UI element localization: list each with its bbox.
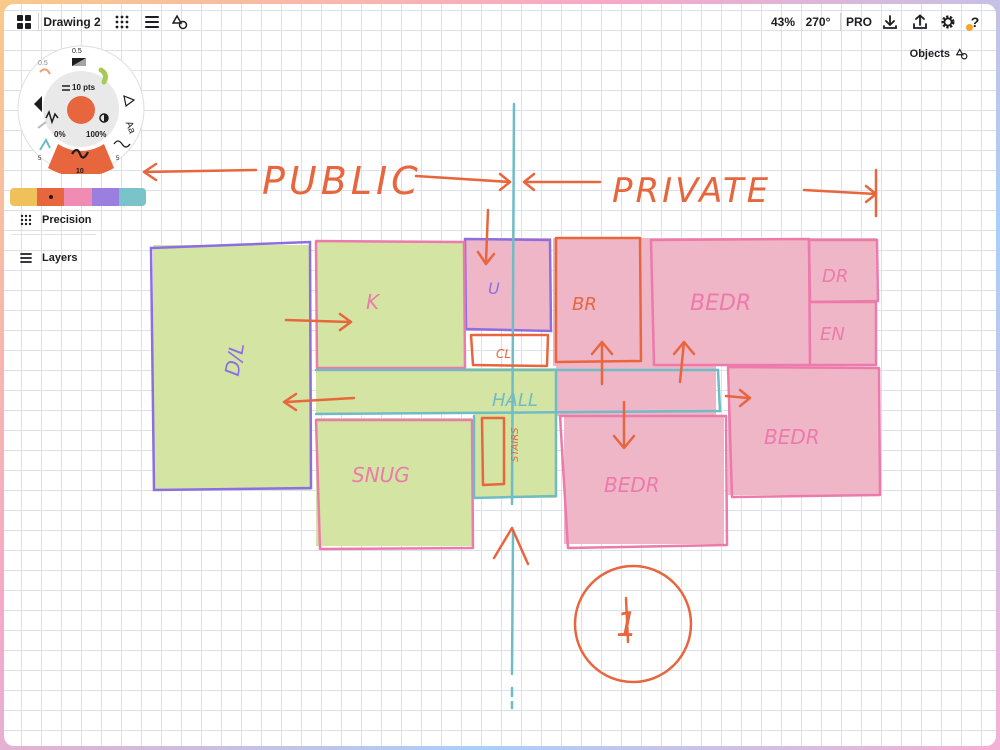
color-swatch-yellow[interactable] (10, 188, 38, 206)
label-floor-number: 1 (616, 605, 638, 645)
label-bedroom-top: BEDR (690, 291, 751, 316)
color-swatch-teal[interactable] (118, 188, 146, 206)
label-private: PRIVATE (612, 171, 771, 211)
help-button[interactable]: ? (962, 10, 988, 34)
objects-button[interactable]: Objects (910, 48, 968, 60)
stroke-size-value[interactable]: 10 pts (72, 83, 95, 92)
label-public: PUBLIC (262, 159, 422, 203)
small-nib-label-b: 5 (116, 156, 120, 162)
share-upload-icon[interactable] (908, 10, 932, 34)
precision-button[interactable]: Precision (20, 214, 92, 226)
document-title[interactable]: Drawing 2 (42, 10, 102, 34)
drawing-canvas[interactable]: PUBLIC PRIVATE D/L K U CL BR BEDR DR EN … (4, 4, 996, 746)
top-nib-value: 0.5 (72, 48, 82, 55)
label-bedroom-small: BR (572, 294, 597, 315)
label-dressing: DR (822, 266, 848, 287)
pro-badge[interactable]: PRO (846, 10, 872, 34)
layers-label: Layers (42, 252, 78, 264)
opacity-min-value: 0% (54, 130, 66, 139)
shapes-icon[interactable] (168, 10, 192, 34)
label-stairs: STAIRS (510, 427, 521, 462)
gallery-grid-icon[interactable] (12, 10, 36, 34)
notification-dot (966, 24, 973, 31)
color-palette (10, 188, 146, 206)
top-toolbar: Drawing 2 43% 270° PRO ? (4, 4, 996, 40)
layers-button[interactable]: Layers (20, 252, 77, 264)
label-bedroom-right: BEDR (764, 425, 820, 449)
small-nib-label-a: 5 (38, 156, 42, 162)
floorplan-sketch: PUBLIC PRIVATE D/L K U CL BR BEDR DR EN … (142, 102, 882, 710)
label-cloak: CL (496, 347, 511, 361)
gear-icon[interactable] (936, 10, 960, 34)
label-snug: SNUG (352, 463, 410, 487)
label-bedroom-mid: BEDR (604, 473, 660, 497)
left-nib-value: 0.5 (38, 60, 48, 67)
precision-dots-icon (20, 214, 32, 226)
label-ensuite: EN (820, 324, 845, 345)
objects-label: Objects (909, 48, 950, 60)
selected-dot (48, 195, 53, 199)
opacity-max-value: 100% (86, 130, 107, 139)
layers-lines-icon[interactable] (140, 10, 164, 34)
zoom-level[interactable]: 43% (768, 10, 798, 34)
label-hall: HALL (492, 390, 538, 411)
rotation-angle[interactable]: 270° (802, 10, 834, 34)
tool-wheel[interactable]: 10 pts 0% 100% 0.5 0.5 Aa 10 5 5 (16, 44, 146, 177)
shapes-icon (956, 48, 968, 60)
precision-label: Precision (42, 214, 92, 226)
side-divider (12, 234, 96, 235)
download-icon[interactable] (878, 10, 902, 34)
color-swatch-orange[interactable] (37, 188, 65, 206)
active-pen-size: 10 (76, 168, 84, 175)
label-kitchen: K (366, 290, 381, 314)
layers-icon (20, 253, 32, 263)
label-utility: U (488, 279, 500, 298)
color-swatch-pink[interactable] (64, 188, 92, 206)
color-swatch-purple[interactable] (91, 188, 119, 206)
dot-grid-icon[interactable] (110, 10, 134, 34)
